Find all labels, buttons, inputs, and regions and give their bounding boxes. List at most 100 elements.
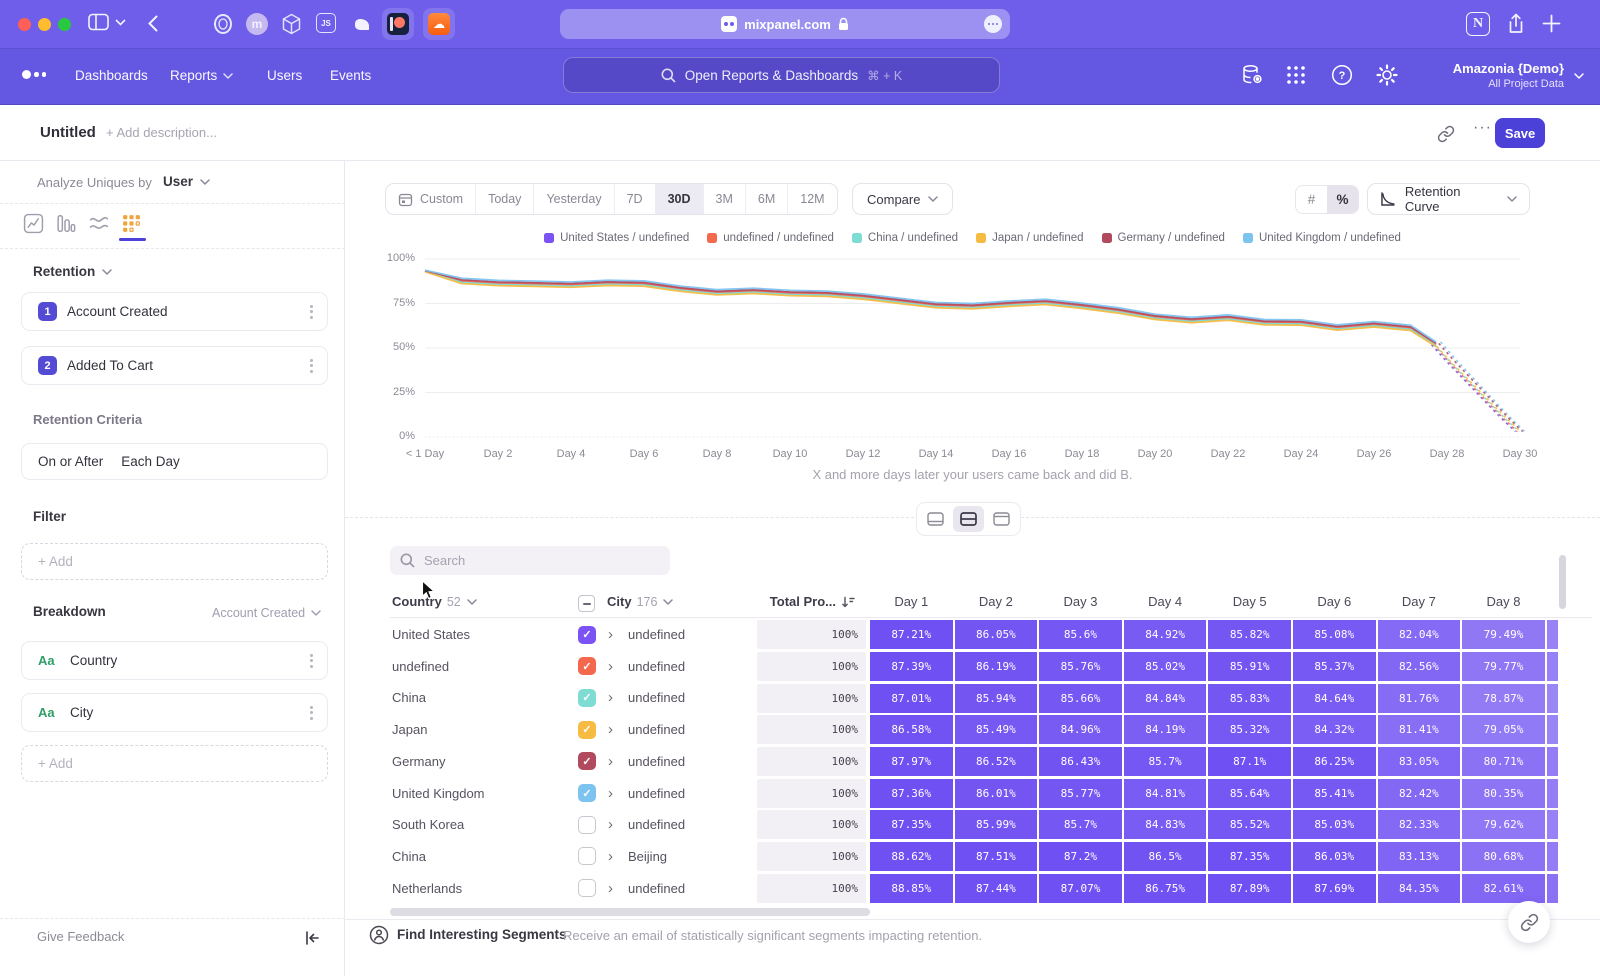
- range-yesterday[interactable]: Yesterday: [534, 184, 614, 214]
- new-tab-icon[interactable]: [1542, 14, 1561, 33]
- legend-item[interactable]: Japan / undefined: [976, 232, 1083, 244]
- cell-retention-value[interactable]: 85.7%: [1124, 747, 1207, 776]
- cell-retention-value[interactable]: 84.19%: [1124, 715, 1207, 744]
- cell-retention-value[interactable]: 80.35%: [1462, 779, 1545, 808]
- expand-row-icon[interactable]: ›: [608, 714, 613, 746]
- range-30d[interactable]: 30D: [656, 184, 704, 214]
- cell-retention-value[interactable]: 85.02%: [1124, 652, 1207, 681]
- select-all-checkbox[interactable]: [578, 595, 595, 612]
- cell-retention-value[interactable]: 87.36%: [870, 779, 953, 808]
- column-header-day[interactable]: Day 5: [1207, 594, 1292, 609]
- row-checkbox[interactable]: ✓: [578, 784, 596, 802]
- compare-button[interactable]: Compare: [852, 183, 953, 215]
- cell-retention-value[interactable]: 86.43%: [1039, 747, 1122, 776]
- range-6m[interactable]: 6M: [746, 184, 788, 214]
- cell-retention-value[interactable]: 83.13%: [1378, 842, 1461, 871]
- mixpanel-logo[interactable]: [22, 70, 46, 79]
- add-description[interactable]: + Add description...: [106, 125, 217, 140]
- cell-retention-value[interactable]: 79.77%: [1462, 652, 1545, 681]
- expand-row-icon[interactable]: ›: [608, 651, 613, 683]
- more-options-button[interactable]: ···: [1473, 119, 1492, 137]
- cell-retention-value[interactable]: 81.76%: [1378, 684, 1461, 713]
- cell-retention-value[interactable]: 79.62%: [1462, 810, 1545, 839]
- kebab-menu-icon[interactable]: [310, 359, 313, 373]
- cell-retention-value[interactable]: 84.96%: [1039, 715, 1122, 744]
- row-checkbox[interactable]: ✓: [578, 626, 596, 644]
- expand-row-icon[interactable]: ›: [608, 682, 613, 714]
- cell-retention-value[interactable]: 84.84%: [1124, 684, 1207, 713]
- retention-criteria-card[interactable]: On or After Each Day: [21, 443, 328, 480]
- address-bar[interactable]: mixpanel.com: [560, 9, 1010, 39]
- back-icon[interactable]: [148, 15, 158, 32]
- row-checkbox[interactable]: ✓: [578, 657, 596, 675]
- analyze-entity-dropdown[interactable]: User: [163, 174, 210, 189]
- tabs-chevron-icon[interactable]: [115, 19, 126, 26]
- column-header-day[interactable]: Day 4: [1123, 594, 1208, 609]
- retention-section-header[interactable]: Retention: [33, 264, 112, 279]
- cell-retention-value[interactable]: 82.33%: [1378, 810, 1461, 839]
- cell-retention-value[interactable]: 85.66%: [1039, 684, 1122, 713]
- column-header-day[interactable]: Day 8: [1461, 594, 1546, 609]
- cell-retention-value[interactable]: 84.83%: [1124, 810, 1207, 839]
- cell-retention-value[interactable]: 86.25%: [1293, 747, 1376, 776]
- expand-row-icon[interactable]: ›: [608, 746, 613, 778]
- cell-retention-value[interactable]: 84.92%: [1124, 620, 1207, 649]
- ring-extension-icon[interactable]: [212, 13, 234, 35]
- absolute-values-toggle[interactable]: #: [1296, 186, 1327, 213]
- view-chart-only-button[interactable]: [920, 506, 951, 532]
- soundcloud-extension-icon[interactable]: ☁: [423, 8, 455, 40]
- cell-retention-value[interactable]: 86.5%: [1124, 842, 1207, 871]
- row-checkbox[interactable]: [578, 879, 596, 897]
- column-header-day[interactable]: Day 6: [1292, 594, 1377, 609]
- cell-retention-value[interactable]: 87.39%: [870, 652, 953, 681]
- cell-retention-value[interactable]: 80.71%: [1462, 747, 1545, 776]
- cell-retention-value[interactable]: 87.35%: [1208, 842, 1291, 871]
- cell-retention-value[interactable]: 78.87%: [1462, 684, 1545, 713]
- column-header-day[interactable]: Day 7: [1377, 594, 1462, 609]
- breakdown-add-button[interactable]: + Add: [21, 745, 328, 782]
- data-management-icon[interactable]: [1240, 63, 1264, 87]
- find-segments-title[interactable]: Find Interesting Segments: [397, 927, 567, 942]
- cell-retention-value[interactable]: 86.05%: [955, 620, 1038, 649]
- cell-retention-value[interactable]: 85.64%: [1208, 779, 1291, 808]
- tab-flows[interactable]: [88, 213, 110, 235]
- notion-icon[interactable]: N: [1466, 12, 1490, 36]
- expand-row-icon[interactable]: ›: [608, 619, 613, 651]
- cell-retention-value[interactable]: 81.41%: [1378, 715, 1461, 744]
- cell-retention-value[interactable]: 85.41%: [1293, 779, 1376, 808]
- cell-retention-value[interactable]: 82.56%: [1378, 652, 1461, 681]
- retention-line-chart[interactable]: [345, 251, 1600, 461]
- nav-users[interactable]: Users: [267, 68, 302, 83]
- cell-retention-value[interactable]: 85.52%: [1208, 810, 1291, 839]
- cell-retention-value[interactable]: 84.64%: [1293, 684, 1376, 713]
- legend-item[interactable]: United Kingdom / undefined: [1243, 232, 1401, 244]
- page-title[interactable]: Untitled: [40, 124, 96, 141]
- vertical-scrollbar[interactable]: [1559, 555, 1566, 609]
- cell-retention-value[interactable]: 82.42%: [1378, 779, 1461, 808]
- breakdown-country[interactable]: Aa Country: [21, 641, 328, 680]
- nav-reports[interactable]: Reports: [170, 68, 233, 83]
- cell-retention-value[interactable]: 86.19%: [955, 652, 1038, 681]
- legend-item[interactable]: undefined / undefined: [707, 232, 834, 244]
- sidebar-toggle-icon[interactable]: [88, 13, 109, 31]
- cell-retention-value[interactable]: 85.76%: [1039, 652, 1122, 681]
- range-12m[interactable]: 12M: [788, 184, 836, 214]
- row-checkbox[interactable]: ✓: [578, 752, 596, 770]
- kebab-menu-icon[interactable]: [310, 654, 313, 668]
- cell-retention-value[interactable]: 87.01%: [870, 684, 953, 713]
- column-header-total[interactable]: Total Pro...: [675, 594, 855, 609]
- cell-retention-value[interactable]: 82.61%: [1462, 874, 1545, 903]
- expand-row-icon[interactable]: ›: [608, 809, 613, 841]
- save-button[interactable]: Save: [1495, 118, 1545, 148]
- chart-type-dropdown[interactable]: Retention Curve: [1367, 183, 1530, 215]
- row-checkbox[interactable]: [578, 816, 596, 834]
- cell-retention-value[interactable]: 86.58%: [870, 715, 953, 744]
- range-3m[interactable]: 3M: [704, 184, 746, 214]
- column-header-day[interactable]: Day 1: [869, 594, 954, 609]
- row-checkbox[interactable]: ✓: [578, 689, 596, 707]
- cell-retention-value[interactable]: 87.21%: [870, 620, 953, 649]
- cell-retention-value[interactable]: 82.04%: [1378, 620, 1461, 649]
- global-search[interactable]: Open Reports & Dashboards ⌘ + K: [563, 57, 1000, 93]
- tab-insights[interactable]: [23, 213, 45, 235]
- cell-retention-value[interactable]: 85.08%: [1293, 620, 1376, 649]
